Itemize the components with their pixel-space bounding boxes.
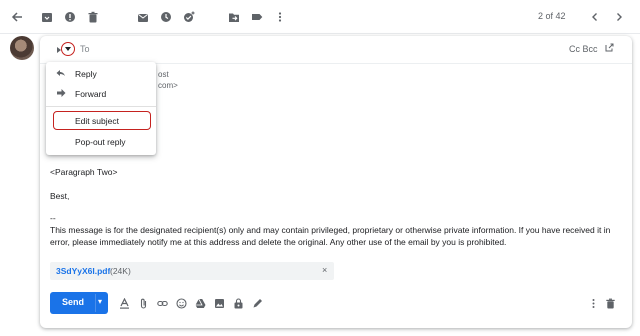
quoted-partial-text: com>	[158, 81, 178, 90]
insert-emoji-icon[interactable]	[174, 296, 188, 310]
attachment-size: (24K)	[110, 266, 131, 276]
label-icon[interactable]	[248, 8, 266, 26]
google-drive-icon[interactable]	[193, 296, 207, 310]
mark-unread-icon[interactable]	[134, 8, 152, 26]
reply-type-menu: Reply Forward Edit subject Pop-out reply	[46, 62, 156, 155]
confidential-mode-icon[interactable]	[231, 296, 245, 310]
snooze-icon[interactable]	[157, 8, 175, 26]
menu-item-label: Forward	[75, 89, 107, 99]
menu-divider	[46, 106, 156, 107]
insert-signature-icon[interactable]	[250, 296, 264, 310]
avatar	[10, 36, 34, 60]
closing-text: Best,	[50, 191, 70, 201]
attachment-name[interactable]: 3SdYyX6I.pdf	[56, 266, 110, 276]
gmail-reply-view: 2 of 42 To Cc Bcc ost com> <Paragraph Tw…	[0, 0, 640, 336]
attach-files-icon[interactable]	[136, 296, 150, 310]
paragraph-two: <Paragraph Two>	[50, 167, 118, 177]
menu-item-label: Pop-out reply	[75, 137, 126, 147]
quoted-partial-text: ost	[158, 70, 169, 79]
archive-icon[interactable]	[38, 8, 56, 26]
move-to-icon[interactable]	[225, 8, 243, 26]
cc-bcc-link[interactable]: Cc Bcc	[569, 44, 598, 54]
add-task-icon[interactable]	[180, 8, 198, 26]
chevron-left-icon[interactable]	[586, 8, 604, 26]
menu-item-forward[interactable]: Forward	[46, 84, 156, 104]
send-options-icon[interactable]: ▾	[98, 297, 102, 306]
send-divider	[95, 294, 96, 312]
popout-icon[interactable]	[605, 43, 614, 54]
disclaimer-line: error, please immediately notify me at t…	[50, 237, 507, 247]
top-toolbar: 2 of 42	[0, 0, 640, 34]
pager-count: 2 of 42	[538, 11, 566, 21]
formatting-options-icon[interactable]	[117, 296, 131, 310]
insert-link-icon[interactable]	[155, 296, 169, 310]
recipients-row: To Cc Bcc	[40, 36, 632, 64]
send-button[interactable]: Send ▾	[50, 292, 108, 314]
remove-attachment-icon[interactable]: ×	[322, 265, 327, 275]
report-spam-icon[interactable]	[61, 8, 79, 26]
delete-icon[interactable]	[84, 8, 102, 26]
attachment-chip[interactable]: 3SdYyX6I.pdf (24K) ×	[50, 262, 334, 280]
reply-icon	[56, 68, 66, 81]
chevron-right-icon[interactable]	[610, 8, 628, 26]
discard-draft-icon[interactable]	[603, 296, 617, 310]
menu-item-popout-reply[interactable]: Pop-out reply	[46, 132, 156, 152]
forward-icon	[56, 88, 66, 101]
annotation-highlight	[53, 111, 151, 130]
reply-type-dropdown-button[interactable]	[61, 42, 75, 56]
more-options-icon[interactable]	[586, 296, 600, 310]
signature-separator: --	[50, 213, 56, 223]
to-label[interactable]: To	[80, 44, 90, 54]
insert-photo-icon[interactable]	[212, 296, 226, 310]
send-label: Send	[62, 297, 85, 307]
disclaimer-line: This message is for the designated recip…	[50, 225, 611, 235]
back-arrow-icon[interactable]	[8, 8, 26, 26]
menu-item-reply[interactable]: Reply	[46, 64, 156, 84]
more-vert-icon[interactable]	[271, 8, 289, 26]
menu-item-label: Reply	[75, 69, 97, 79]
